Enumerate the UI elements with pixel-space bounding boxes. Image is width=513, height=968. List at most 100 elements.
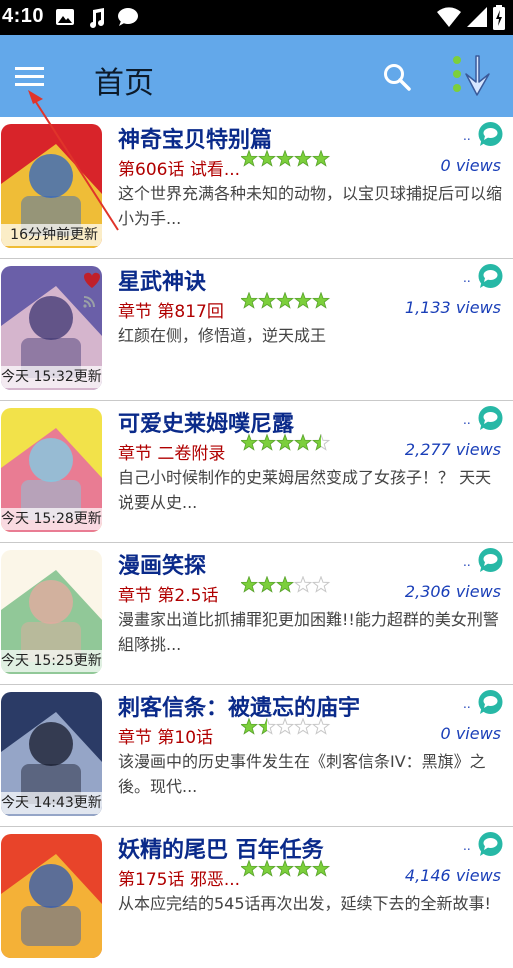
comment-icon[interactable] <box>477 548 504 574</box>
star-fill-icon <box>241 860 258 877</box>
more-dots-icon: .. <box>463 839 471 853</box>
wifi-icon <box>437 7 461 27</box>
comic-cover[interactable]: 今天 15:25更新 <box>1 550 102 674</box>
star-fill-icon <box>258 576 276 593</box>
star-fill-icon <box>258 292 276 309</box>
comic-description: 这个世界充满各种未知的动物，以宝贝球捕捉后可以缩小为手... <box>118 184 503 228</box>
star-icon <box>293 718 313 735</box>
page-title: 首页 <box>94 66 154 101</box>
cover-figure <box>29 296 73 340</box>
comic-description: 红颜在侧，修悟道，逆天成王 <box>118 326 327 345</box>
view-count: 0 views <box>440 724 501 743</box>
star-fill-icon <box>241 434 258 451</box>
star-fill-icon <box>258 150 276 167</box>
comment-icon[interactable] <box>477 690 504 716</box>
cover-art-5 <box>1 834 102 958</box>
download-icon[interactable] <box>448 54 494 98</box>
view-count: 2,306 views <box>404 582 501 601</box>
cover-figure <box>29 154 73 198</box>
comic-cover[interactable] <box>1 834 102 958</box>
comic-cover[interactable]: 今天 15:28更新 <box>1 408 102 532</box>
star-icon <box>293 576 313 593</box>
view-count: 0 views <box>440 156 501 175</box>
comic-description: 自己小时候制作的史莱姆居然变成了女孩子！？ 天天说要从史... <box>118 468 492 512</box>
more-dots-icon: .. <box>463 129 471 143</box>
more-dots-icon: .. <box>463 555 471 569</box>
star-fill-icon <box>312 860 330 877</box>
comic-title[interactable]: 星武神诀 <box>118 264 206 296</box>
comic-chapter[interactable]: 章节 第2.5话 <box>118 581 218 606</box>
cover-figure <box>29 580 73 624</box>
comment-icon[interactable] <box>477 832 504 858</box>
view-count: 2,277 views <box>404 440 501 459</box>
update-time-label: 今天 15:32更新 <box>1 366 102 388</box>
comic-list-item[interactable]: 今天 15:32更新 星武神诀 章节 第817回 1,133 views 红颜在… <box>0 259 513 401</box>
comic-chapter[interactable]: 章节 第10话 <box>118 723 213 748</box>
cover-figure-body <box>21 906 81 946</box>
comic-cover[interactable]: 今天 14:43更新 <box>1 692 102 816</box>
more-dots-icon: .. <box>463 271 471 285</box>
image-notification-icon <box>56 9 74 25</box>
star-fill-icon <box>276 860 294 877</box>
rating-stars-5 <box>241 860 331 877</box>
comic-description: 从本应完结的545话再次出发，延续下去的全新故事! <box>118 894 491 913</box>
update-time-label: 今天 14:43更新 <box>1 792 102 814</box>
update-time-label: 今天 15:25更新 <box>1 650 102 672</box>
comment-icon[interactable] <box>477 122 504 148</box>
star-fill-icon <box>294 150 312 167</box>
comment-icon[interactable] <box>477 406 504 432</box>
star-fill-icon <box>276 434 294 451</box>
comic-list-item[interactable]: 今天 15:25更新 漫画笑探 章节 第2.5话 2,306 views 漫畫家… <box>0 543 513 685</box>
comic-list[interactable]: 16分钟前更新 神奇宝贝特别篇 第606话 试看... 0 views 这个世界… <box>0 117 513 968</box>
more-dots-icon: .. <box>463 413 471 427</box>
star-fill-icon <box>276 150 294 167</box>
star-fill-icon <box>241 718 258 735</box>
chat-notification-icon <box>118 8 138 26</box>
star-fill-icon <box>276 576 294 593</box>
comic-chapter[interactable]: 章节 二卷附录 <box>118 439 225 464</box>
star-icon <box>275 718 295 735</box>
star-fill-icon <box>294 860 312 877</box>
music-notification-icon <box>90 8 104 28</box>
star-icon <box>311 718 331 735</box>
star-fill-icon <box>258 434 276 451</box>
comic-chapter[interactable]: 第175话 邪恶... <box>118 865 240 890</box>
cover-figure <box>29 722 73 766</box>
view-count: 1,133 views <box>404 298 501 317</box>
rating-stars-2 <box>241 434 331 451</box>
battery-charging-icon <box>493 5 505 30</box>
star-icon <box>311 576 331 593</box>
comic-list-item[interactable]: 今天 14:43更新 刺客信条：被遗忘的庙宇 章节 第10话 0 views 该… <box>0 685 513 827</box>
comment-icon[interactable] <box>477 264 504 290</box>
signal-icon <box>467 7 487 27</box>
comic-description: 漫畫家出道比抓捕罪犯更加困難!!能力超群的美女刑警組隊挑... <box>118 610 499 654</box>
cover-figure <box>29 864 73 908</box>
status-time: 4:10 <box>2 5 45 27</box>
comic-list-item[interactable]: 妖精的尾巴 百年任务 第175话 邪恶... 4,146 views 从本应完结… <box>0 827 513 968</box>
subscribed-heart-icon <box>83 272 100 308</box>
rating-stars-4 <box>241 718 331 735</box>
star-fill-icon <box>312 150 330 167</box>
comic-chapter[interactable]: 章节 第817回 <box>118 297 224 322</box>
search-icon[interactable] <box>382 62 412 92</box>
comic-title[interactable]: 漫画笑探 <box>118 548 206 580</box>
status-bar: 4:10 <box>0 0 513 35</box>
more-dots-icon: .. <box>463 697 471 711</box>
star-fill-icon <box>294 434 312 451</box>
rating-stars-0 <box>241 150 331 167</box>
star-fill-icon <box>241 150 258 167</box>
star-fill-icon <box>241 576 258 593</box>
update-time-label: 16分钟前更新 <box>1 224 102 246</box>
star-fill-icon <box>294 292 312 309</box>
hamburger-menu-icon[interactable] <box>14 65 46 89</box>
star-fill-icon <box>312 292 330 309</box>
comic-list-item[interactable]: 16分钟前更新 神奇宝贝特别篇 第606话 试看... 0 views 这个世界… <box>0 117 513 259</box>
comic-cover[interactable]: 今天 15:32更新 <box>1 266 102 390</box>
comic-cover[interactable]: 16分钟前更新 <box>1 124 102 248</box>
comic-list-item[interactable]: 今天 15:28更新 可爱史莱姆噗尼露 章节 二卷附录 2,277 views … <box>0 401 513 543</box>
view-count: 4,146 views <box>404 866 501 885</box>
star-fill-icon <box>258 860 276 877</box>
rating-stars-1 <box>241 292 331 309</box>
update-time-label: 今天 15:28更新 <box>1 508 102 530</box>
comic-chapter[interactable]: 第606话 试看... <box>118 155 240 180</box>
